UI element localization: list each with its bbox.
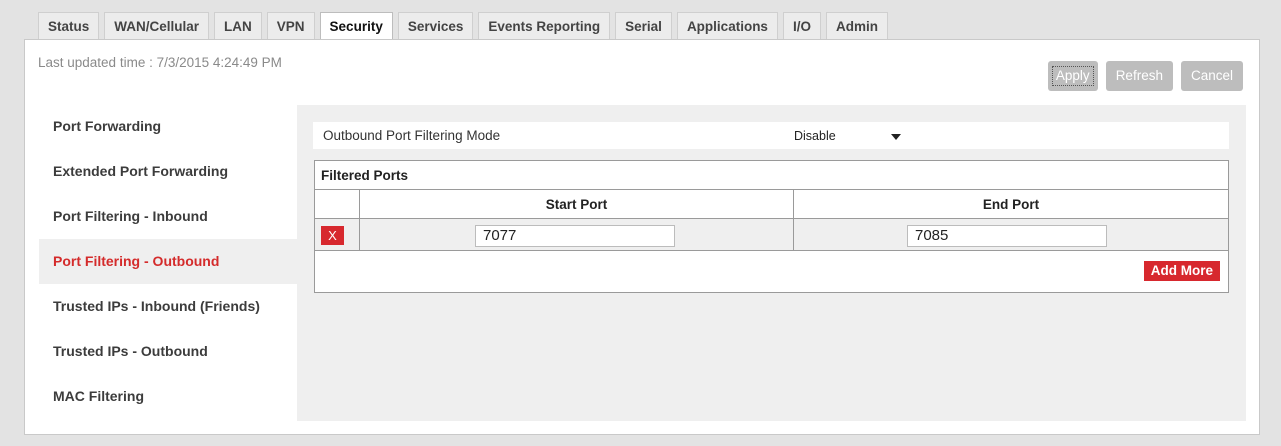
sidebar-item-extended-port-forwarding[interactable]: Extended Port Forwarding [39,149,297,194]
last-updated-time: Last updated time : 7/3/2015 4:24:49 PM [38,55,282,70]
filtered-ports-table: Filtered Ports Start Port End Port X 707… [314,160,1229,293]
filtering-mode-label: Outbound Port Filtering Mode [323,128,501,143]
tab-serial[interactable]: Serial [615,12,672,39]
sidebar-item-trusted-ips-inbound[interactable]: Trusted IPs - Inbound (Friends) [39,284,297,329]
tab-lan[interactable]: LAN [214,12,262,39]
tab-applications[interactable]: Applications [676,12,778,39]
sidebar-item-port-forwarding[interactable]: Port Forwarding [39,104,297,149]
security-sidebar: Port Forwarding Extended Port Forwarding… [39,104,297,419]
filtering-mode-value: Disable [794,129,836,143]
start-port-input[interactable]: 7077 [475,225,675,247]
column-header-start-port: Start Port [360,190,794,218]
content-area: Outbound Port Filtering Mode Disable Fil… [297,105,1246,421]
tab-vpn[interactable]: VPN [266,12,315,39]
tab-security[interactable]: Security [319,12,393,41]
security-panel: Last updated time : 7/3/2015 4:24:49 PM … [24,39,1260,435]
tab-io[interactable]: I/O [782,12,821,39]
filtering-mode-row: Outbound Port Filtering Mode Disable [313,122,1229,149]
chevron-down-icon [891,134,901,140]
row-action-cell: X [315,219,360,250]
tab-status[interactable]: Status [38,12,100,39]
apply-button-label: Apply [1051,66,1094,86]
tab-admin[interactable]: Admin [825,12,888,39]
sidebar-item-mac-filtering[interactable]: MAC Filtering [39,374,297,419]
tab-services[interactable]: Services [397,12,474,39]
cancel-button[interactable]: Cancel [1180,61,1243,91]
delete-row-button[interactable]: X [321,226,344,245]
header-action-cell [315,190,360,218]
end-port-cell: 7085 [794,219,1228,250]
table-header-row: Start Port End Port [315,189,1228,219]
filtered-ports-title: Filtered Ports [321,168,409,183]
top-tab-bar: Status WAN/Cellular LAN VPN Security Ser… [38,12,893,41]
tab-events-reporting[interactable]: Events Reporting [478,12,611,39]
sidebar-item-port-filtering-outbound[interactable]: Port Filtering - Outbound [39,239,297,284]
table-row: X 7077 7085 [315,219,1228,251]
filtering-mode-select[interactable]: Disable [790,126,907,146]
start-port-cell: 7077 [360,219,794,250]
tab-wan-cellular[interactable]: WAN/Cellular [104,12,210,39]
action-buttons: Apply Refresh Cancel [1047,61,1243,91]
refresh-button[interactable]: Refresh [1105,61,1173,91]
column-header-end-port: End Port [982,197,1040,212]
sidebar-item-port-filtering-inbound[interactable]: Port Filtering - Inbound [39,194,297,239]
sidebar-item-trusted-ips-outbound[interactable]: Trusted IPs - Outbound [39,329,297,374]
add-more-button[interactable]: Add More [1143,261,1220,281]
end-port-input[interactable]: 7085 [907,225,1107,247]
apply-button[interactable]: Apply [1047,61,1098,91]
